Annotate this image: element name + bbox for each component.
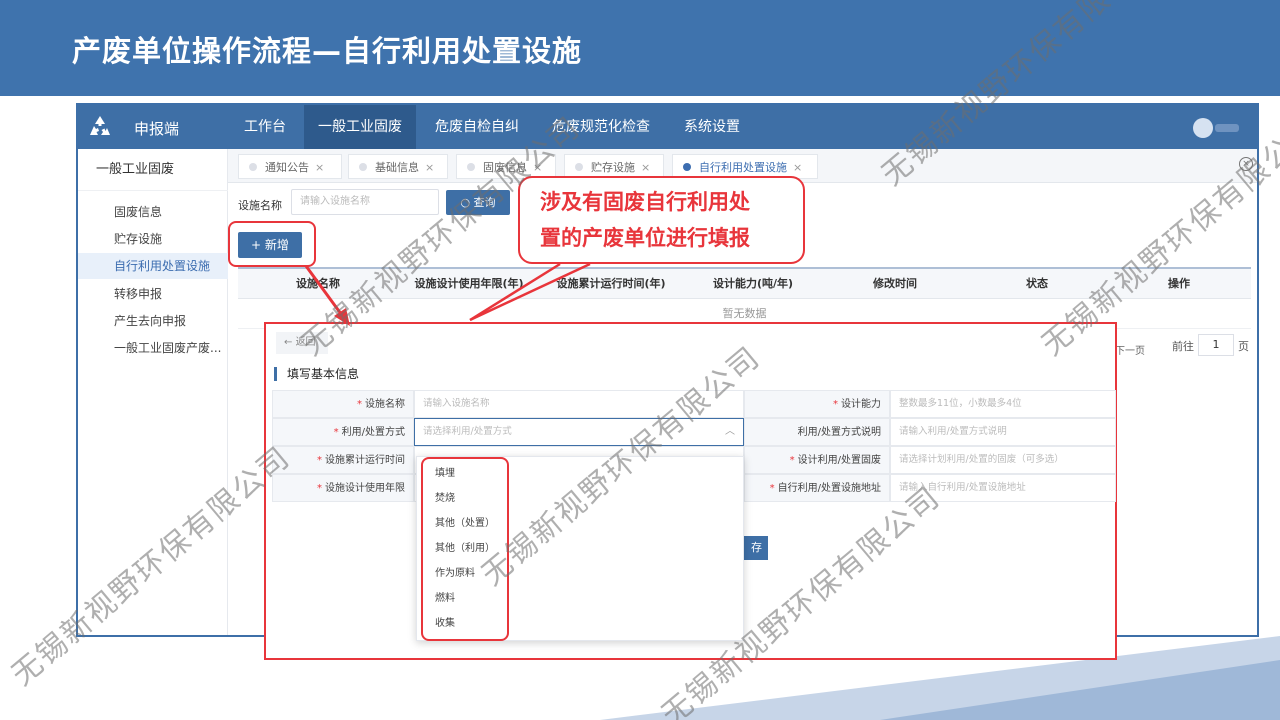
form-panel: ← 返回 填写基本信息 * 设施名称 请输入设施名称 * 设计能力 整数最多11位，…: [264, 322, 1117, 660]
disposal-method-select[interactable]: 请选择利用/处置方式 ︿: [414, 418, 744, 446]
tab-dot-icon: [683, 163, 691, 171]
sidebar-item-self-disposal[interactable]: 自行利用处置设施: [78, 253, 228, 279]
method-description-input[interactable]: 请输入利用/处置方式说明: [890, 418, 1116, 446]
callout-line-2: 置的产废单位进行填报: [540, 226, 750, 250]
sidebar-item-waste-info[interactable]: 固废信息: [78, 199, 228, 225]
facility-name-search-input[interactable]: 请输入设施名称: [291, 189, 439, 215]
sidebar-item-general-report[interactable]: 一般工业固废产废...: [78, 335, 228, 361]
pager-page-input[interactable]: 1: [1198, 334, 1234, 356]
slide: 产废单位操作流程—自行利用处置设施 申报端 工作台 一般工业固废 危废自检自纠 …: [0, 0, 1280, 720]
dropdown-highlight: [421, 457, 509, 641]
design-waste-select[interactable]: 请选择计划利用/处置的固废（可多选）: [890, 446, 1116, 474]
chevron-up-icon: ︿: [725, 426, 735, 437]
sidebar-item-transfer[interactable]: 转移申报: [78, 281, 228, 307]
section-title: 填写基本信息: [274, 367, 359, 381]
query-button[interactable]: ○ 查询: [446, 190, 510, 215]
add-button-highlight: [228, 221, 316, 267]
tab-dot-icon: [575, 163, 583, 171]
nav-hazwaste-selfcheck[interactable]: 危废自检自纠: [421, 105, 533, 149]
col-capacity: 设计能力(吨/年): [712, 277, 794, 290]
nav-workbench[interactable]: 工作台: [230, 105, 300, 149]
design-capacity-input[interactable]: 整数最多11位，小数最多4位: [890, 390, 1116, 418]
close-icon[interactable]: ×: [641, 161, 650, 174]
top-navbar: 申报端 工作台 一般工业固废 危废自检自纠 危废规范化检查 系统设置: [78, 105, 1257, 149]
callout-line-1: 涉及有固废自行利用处: [540, 190, 750, 214]
table-header: 设施名称 设施设计使用年限(年) 设施累计运行时间(年) 设计能力(吨/年) 修…: [238, 267, 1251, 299]
label-run-time: * 设施累计运行时间: [272, 446, 414, 474]
label-disposal-method: * 利用/处置方式: [272, 418, 414, 446]
slide-title: 产废单位操作流程—自行利用处置设施: [72, 34, 583, 68]
tab-basic-info[interactable]: 基础信息 ×: [348, 154, 448, 179]
nav-hazwaste-inspection[interactable]: 危废规范化检查: [538, 105, 664, 149]
search-icon: ○: [460, 196, 474, 209]
callout-box: 涉及有固废自行利用处 置的产废单位进行填报: [518, 176, 805, 264]
close-icon[interactable]: ×: [425, 161, 434, 174]
user-name-blurred: [1215, 124, 1239, 132]
sidebar-item-destination[interactable]: 产生去向申报: [78, 308, 228, 334]
col-facility-name: 设施名称: [296, 277, 340, 290]
col-modified: 修改时间: [873, 277, 917, 290]
brand-title: 申报端: [134, 120, 180, 138]
tab-notice[interactable]: 通知公告 ×: [238, 154, 342, 179]
arrow-left-icon: ←: [284, 337, 296, 348]
nav-general-waste[interactable]: 一般工业固废: [304, 105, 416, 149]
label-design-life: * 设施设计使用年限: [272, 474, 414, 502]
pager-page-label: 页: [1238, 340, 1249, 353]
tab-dot-icon: [359, 163, 367, 171]
tab-dot-icon: [467, 163, 475, 171]
user-avatar-icon[interactable]: [1193, 118, 1213, 138]
close-icon[interactable]: ×: [315, 161, 324, 174]
col-run-time: 设施累计运行时间(年): [556, 277, 666, 290]
facility-name-input[interactable]: 请输入设施名称: [414, 390, 744, 418]
recycle-icon: [90, 116, 110, 135]
label-facility-address: * 自行利用/处置设施地址: [744, 474, 890, 502]
nav-system-settings[interactable]: 系统设置: [670, 105, 754, 149]
sidebar-item-storage[interactable]: 贮存设施: [78, 226, 228, 252]
sidebar-header[interactable]: 一般工业固废: [78, 149, 228, 191]
tab-dot-icon: [249, 163, 257, 171]
facility-address-input[interactable]: 请输入自行利用/处置设施地址: [890, 474, 1116, 502]
close-icon[interactable]: ×: [533, 161, 542, 174]
col-design-life: 设施设计使用年限(年): [414, 277, 524, 290]
sidebar: 一般工业固废 固废信息 贮存设施 自行利用处置设施 转移申报 产生去向申报 一般…: [78, 149, 228, 635]
label-facility-name: * 设施名称: [272, 390, 414, 418]
label-design-waste: * 设计利用/处置固废: [744, 446, 890, 474]
filter-label: 设施名称: [238, 199, 282, 212]
back-button[interactable]: ← 返回: [276, 332, 328, 354]
close-all-tabs-icon[interactable]: ×: [1239, 157, 1253, 171]
col-actions: 操作: [1168, 277, 1190, 290]
label-design-capacity: * 设计能力: [744, 390, 890, 418]
col-status: 状态: [1026, 277, 1048, 290]
pager-goto-label: 前往: [1172, 340, 1194, 353]
label-method-description: 利用/处置方式说明: [744, 418, 890, 446]
close-icon[interactable]: ×: [793, 161, 802, 174]
pager-next[interactable]: 下一页: [1115, 342, 1145, 357]
